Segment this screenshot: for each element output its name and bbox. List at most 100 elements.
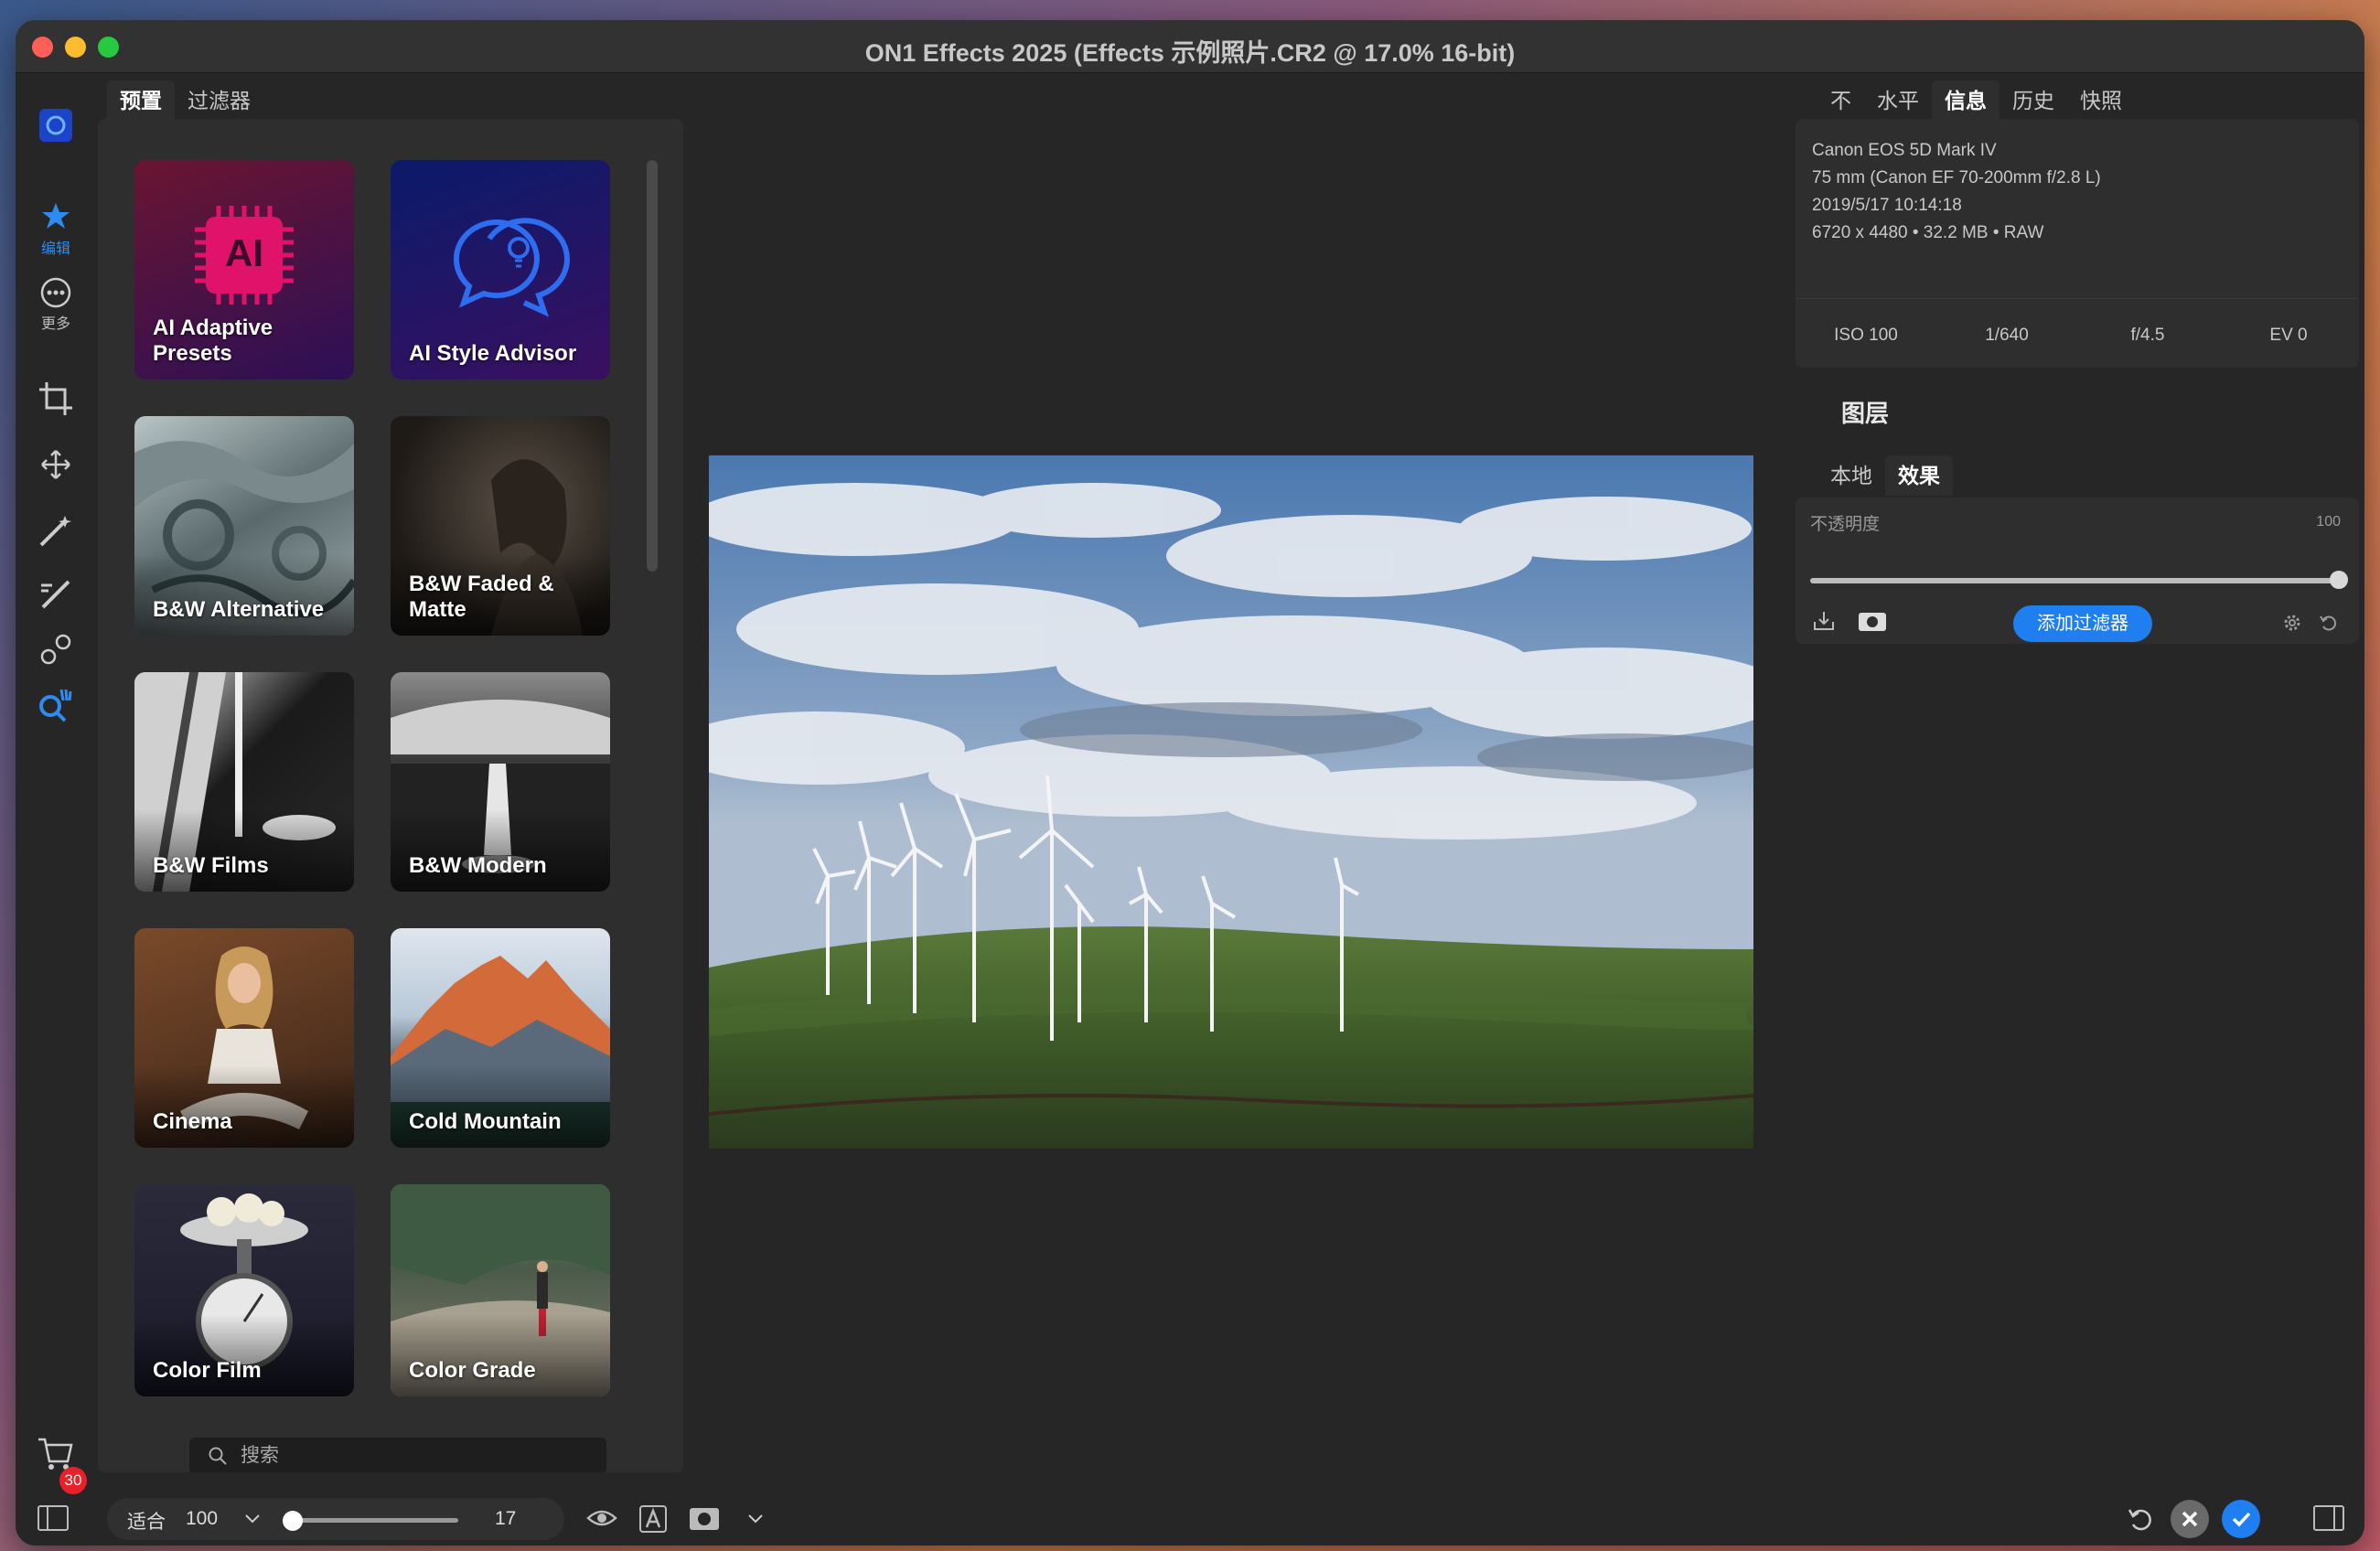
more-icon [40,277,71,308]
cart-button[interactable] [16,1436,96,1472]
tab-history[interactable]: 历史 [1999,80,2067,121]
mask-icon[interactable] [1858,611,1887,633]
capture-datetime: 2019/5/17 10:14:18 [1812,196,1962,215]
zoom-preset-value[interactable]: 100 [186,1508,218,1530]
preset-label: B&W Modern [409,853,547,878]
lens-info: 75 mm (Canon EF 70-200mm f/2.8 L) [1812,168,2101,187]
presets-panel: AI AI Adaptive Presets AI Style Advisor [98,119,683,1472]
preset-label: AI Adaptive Presets [153,316,273,366]
zoom-slider[interactable] [286,1518,458,1523]
zoom-slider-handle[interactable] [283,1511,303,1531]
ai-search-tool[interactable] [16,686,96,726]
add-filter-button[interactable]: 添加过滤器 [2013,605,2152,642]
edit-label: 编辑 [40,241,70,257]
preset-card[interactable]: Cinema [134,928,354,1148]
mask-view-icon[interactable] [689,1507,720,1531]
opacity-value: 100 [2316,514,2341,529]
more-tool[interactable]: 更多 [16,276,96,333]
chevron-down-icon[interactable] [244,1513,261,1525]
retouch-icon [40,634,71,665]
preset-card[interactable]: Color Film [134,1184,354,1396]
search-icon [209,1447,227,1465]
import-icon[interactable] [1812,609,1836,633]
magic-brush-tool[interactable] [16,512,96,549]
text-overlay-icon[interactable] [639,1505,667,1533]
tab-effects[interactable]: 效果 [1885,455,1953,496]
reset-icon[interactable] [2319,613,2339,633]
preset-label: Cold Mountain [409,1109,562,1134]
preset-card[interactable]: AI Style Advisor [391,160,610,380]
layer-tab-bar: 本地 效果 [1817,455,1953,496]
preset-scrollbar[interactable] [647,160,658,572]
effects-icon [42,203,70,229]
preset-label: Cinema [153,1109,232,1134]
preset-label: Color Film [153,1358,262,1383]
preset-card[interactable]: B&W Films [134,672,354,892]
cancel-button[interactable] [2171,1500,2209,1538]
apply-button[interactable] [2222,1500,2260,1538]
zoom-fit-button[interactable]: 适合 [127,1507,166,1535]
tool-rail: 编辑 更多 30 [16,73,96,1546]
toggle-left-panel-icon[interactable] [38,1505,69,1531]
brush-icon [41,580,70,609]
layers-title: 图层 [1841,400,1890,427]
fx-logo-icon [39,109,72,142]
preset-search-input[interactable]: 搜索 [189,1438,606,1472]
toggle-right-panel-icon[interactable] [2313,1505,2344,1531]
more-label: 更多 [40,316,70,332]
wind-turbines-photo [709,455,1753,1149]
preset-card[interactable]: B&W Alternative [134,416,354,636]
preset-card[interactable]: Cold Mountain [391,928,610,1148]
preset-label: B&W Alternative [153,597,325,622]
opacity-slider[interactable] [1810,578,2335,583]
tab-snapshots[interactable]: 快照 [2067,80,2135,121]
preset-label: B&W Films [153,853,269,878]
preset-card[interactable]: B&W Faded & Matte [391,416,610,636]
transform-tool[interactable] [16,448,96,481]
close-icon [2182,1511,2198,1527]
tab-level[interactable]: 水平 [1864,80,1932,121]
tab-presets[interactable]: 预置 [107,80,175,121]
masking-brush-tool[interactable] [16,576,96,613]
shutter-value: 1/640 [1985,326,2029,345]
retouch-tool[interactable] [16,631,96,668]
tab-local[interactable]: 本地 [1817,455,1885,496]
cart-badge: 30 [59,1467,87,1494]
opacity-slider-handle[interactable] [2330,571,2348,589]
eye-icon[interactable] [586,1505,617,1531]
main-photo[interactable] [709,455,1753,1149]
image-dimensions: 6720 x 4480 • 32.2 MB • RAW [1812,223,2044,242]
undo-icon[interactable] [2125,1503,2156,1535]
iso-value: ISO 100 [1834,326,1898,345]
magic-wand-icon [39,516,71,547]
camera-model: Canon EOS 5D Mark IV [1812,141,1997,160]
check-icon [2232,1512,2251,1527]
zoom-number: 17 [495,1508,517,1529]
preset-card[interactable]: Color Grade [391,1184,610,1396]
preset-card[interactable]: B&W Modern [391,672,610,892]
app-logo [16,108,96,143]
gear-icon[interactable] [2282,613,2302,633]
effects-panel: 不透明度 100 添加过滤器 [1796,497,2359,644]
preset-card[interactable]: AI AI Adaptive Presets [134,160,354,380]
edit-tool[interactable]: 编辑 [16,201,96,258]
title-bar: ON1 Effects 2025 (Effects 示例照片.CR2 @ 17.… [16,20,2364,73]
ev-value: EV 0 [2269,326,2308,345]
opacity-label: 不透明度 [1810,515,1881,534]
search-hand-icon [39,689,72,722]
tab-filters[interactable]: 过滤器 [175,80,263,121]
tab-not[interactable]: 不 [1817,80,1864,121]
info-panel: Canon EOS 5D Mark IV 75 mm (Canon EF 70-… [1796,119,2359,368]
tab-info[interactable]: 信息 [1932,80,1999,121]
preset-label: B&W Faded & Matte [409,572,554,622]
zoom-controls: 适合 100 17 [107,1498,564,1540]
search-placeholder: 搜索 [241,1445,279,1466]
bottom-bar: 适合 100 17 [16,1492,2364,1546]
crop-icon [39,382,72,415]
view-options-chevron-icon[interactable] [747,1513,764,1525]
crop-tool[interactable] [16,380,96,417]
aperture-value: f/4.5 [2130,326,2165,345]
exif-row: ISO 100 1/640 f/4.5 EV 0 [1796,326,2359,346]
window-title: ON1 Effects 2025 (Effects 示例照片.CR2 @ 17.… [864,39,1516,67]
preset-label: Color Grade [409,1358,536,1383]
